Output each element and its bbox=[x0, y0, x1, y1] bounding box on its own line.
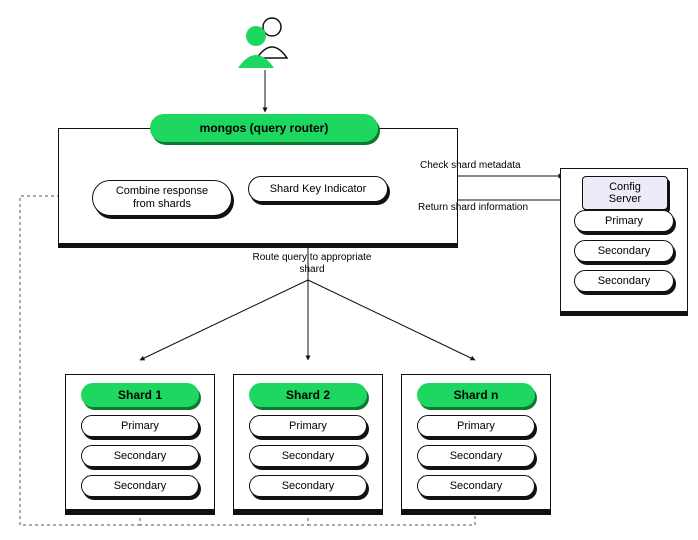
shard-box-1: Shard 1 Primary Secondary Secondary bbox=[65, 374, 215, 515]
shard-box-2: Shard 2 Primary Secondary Secondary bbox=[233, 374, 383, 515]
shard-member-label: Secondary bbox=[450, 450, 503, 462]
shard-member: Primary bbox=[417, 415, 535, 437]
shard-member: Secondary bbox=[81, 475, 199, 497]
config-member-label: Secondary bbox=[598, 245, 651, 257]
shard-key-pill: Shard Key Indicator bbox=[248, 176, 388, 202]
check-metadata-label: Check shard metadata bbox=[420, 160, 521, 171]
shard-title-text: Shard 2 bbox=[286, 388, 330, 402]
mongos-title: mongos (query router) bbox=[150, 114, 378, 142]
config-server-title: Config Server bbox=[582, 176, 668, 210]
shard-member: Secondary bbox=[417, 475, 535, 497]
users-icon bbox=[232, 14, 292, 75]
config-member-label: Secondary bbox=[598, 275, 651, 287]
shard-member-label: Secondary bbox=[114, 450, 167, 462]
shard-member: Primary bbox=[81, 415, 199, 437]
shard-member-label: Primary bbox=[457, 420, 495, 432]
shard-member-label: Primary bbox=[121, 420, 159, 432]
mongos-title-text: mongos (query router) bbox=[200, 121, 329, 135]
shard-member: Secondary bbox=[81, 445, 199, 467]
shard-member-label: Secondary bbox=[282, 480, 335, 492]
shard-member-label: Secondary bbox=[450, 480, 503, 492]
shard-box-n: Shard n Primary Secondary Secondary bbox=[401, 374, 551, 515]
shard-title: Shard n bbox=[417, 383, 535, 407]
shard-title: Shard 1 bbox=[81, 383, 199, 407]
shard-member-label: Secondary bbox=[114, 480, 167, 492]
combine-response-pill: Combine response from shards bbox=[92, 180, 232, 216]
combine-response-text: Combine response from shards bbox=[107, 185, 217, 211]
config-member: Secondary bbox=[574, 240, 674, 262]
shard-member: Primary bbox=[249, 415, 367, 437]
shard-title-text: Shard 1 bbox=[118, 388, 162, 402]
shard-member: Secondary bbox=[249, 475, 367, 497]
shard-title-text: Shard n bbox=[454, 388, 499, 402]
shard-member-label: Secondary bbox=[282, 450, 335, 462]
config-member-label: Primary bbox=[605, 215, 643, 227]
shard-key-text: Shard Key Indicator bbox=[270, 183, 367, 195]
shard-member-label: Primary bbox=[289, 420, 327, 432]
config-server-title-text: Config Server bbox=[609, 181, 641, 205]
config-member: Secondary bbox=[574, 270, 674, 292]
route-label: Route query to appropriate shard bbox=[247, 252, 377, 276]
shard-member: Secondary bbox=[249, 445, 367, 467]
return-info-label: Return shard information bbox=[418, 202, 528, 213]
config-server-members: Primary Secondary Secondary bbox=[570, 210, 678, 292]
shard-title: Shard 2 bbox=[249, 383, 367, 407]
config-member: Primary bbox=[574, 210, 674, 232]
shard-member: Secondary bbox=[417, 445, 535, 467]
